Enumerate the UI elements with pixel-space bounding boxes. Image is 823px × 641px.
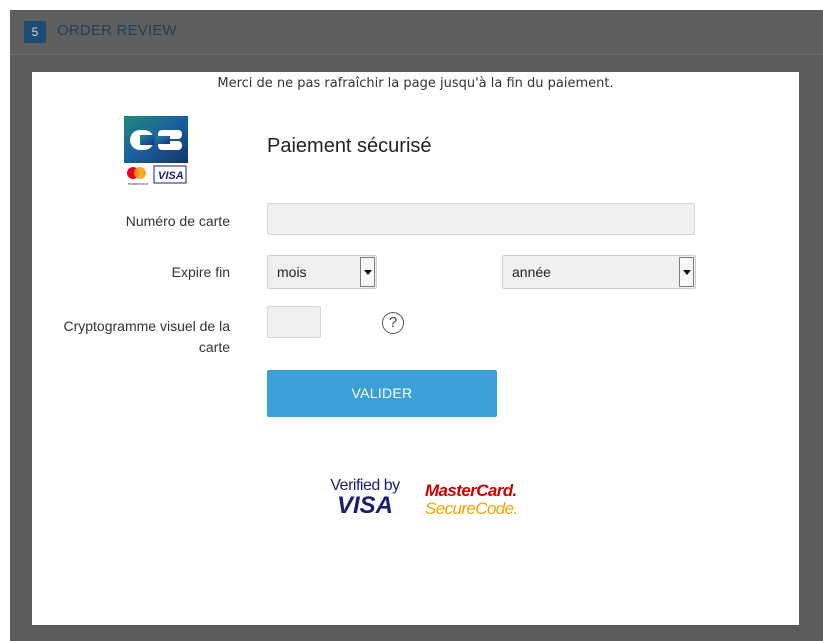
verified-by-visa-logo: Verified by VISA	[320, 477, 410, 519]
mc-line1: MasterCard.	[425, 481, 517, 500]
vbv-line2: VISA	[336, 492, 393, 519]
validate-button[interactable]: VALIDER	[267, 370, 497, 417]
card-number-label: Numéro de carte	[125, 213, 230, 229]
card-number-input[interactable]	[267, 203, 695, 235]
help-question-icon[interactable]: ?	[382, 312, 404, 334]
refresh-notice: Merci de ne pas rafraîchir la page jusqu…	[217, 76, 614, 91]
cvv-label: Cryptogramme visuel de la carte	[30, 316, 230, 358]
cb-logo-icon: mastercard VISA	[124, 116, 188, 188]
cb-logo-visa-text: VISA	[158, 170, 184, 182]
cvv-label-line2: carte	[198, 339, 230, 355]
expiry-year-select[interactable]: année	[502, 255, 696, 289]
expiry-month-value: mois	[277, 264, 307, 280]
step-number-badge: 5	[24, 21, 46, 43]
checkout-step-header[interactable]: 5 ORDER REVIEW	[10, 10, 823, 55]
cb-logo-mastercard-text: mastercard	[128, 181, 148, 186]
expiry-month-select[interactable]: mois	[267, 255, 377, 289]
step-title: ORDER REVIEW	[57, 22, 177, 39]
expiry-year-value: année	[512, 264, 551, 280]
expiry-label: Expire fin	[171, 264, 230, 280]
cvv-input[interactable]	[267, 306, 321, 338]
cvv-label-line1: Cryptogramme visuel de la	[63, 318, 230, 334]
chevron-down-icon[interactable]	[679, 257, 694, 287]
chevron-down-icon[interactable]	[360, 257, 375, 287]
page-title: Paiement sécurisé	[267, 135, 432, 157]
payment-panel: Merci de ne pas rafraîchir la page jusqu…	[32, 72, 799, 625]
mastercard-securecode-logo: MasterCard. SecureCode.	[425, 482, 518, 518]
mc-line2: SecureCode.	[425, 499, 518, 518]
